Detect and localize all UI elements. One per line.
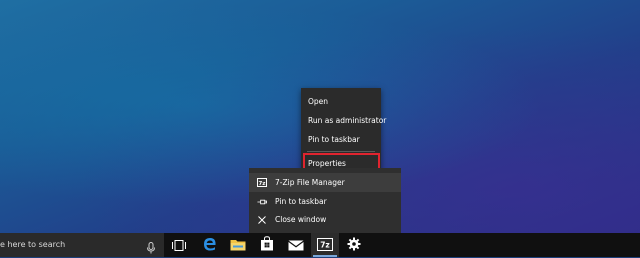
jump-list: 7z 7-Zip File Manager Pin to taskbar Clo… [249,168,401,233]
task-view-icon [172,236,186,255]
jump-list-label: Pin to taskbar [275,197,327,206]
menu-item-open[interactable]: Open [301,93,381,111]
mail-button[interactable] [282,233,310,257]
menu-separator [307,151,375,152]
settings-button[interactable] [340,233,368,257]
folder-icon [230,236,246,255]
svg-text:7z: 7z [320,240,330,249]
pin-icon [257,197,267,207]
menu-item-pin-to-taskbar[interactable]: Pin to taskbar [301,131,381,149]
svg-text:7z: 7z [258,181,265,187]
store-icon [260,235,274,255]
jump-list-item-7zip-file-manager[interactable]: 7z 7-Zip File Manager [249,173,401,192]
task-view-button[interactable] [165,233,193,257]
search-box[interactable]: e here to search [0,233,164,257]
7zip-icon: 7z [257,178,267,188]
mail-icon [288,236,304,255]
jump-list-item-pin-to-taskbar[interactable]: Pin to taskbar [249,192,401,211]
file-explorer-button[interactable] [224,233,252,257]
close-icon [257,215,267,225]
jump-list-label: Close window [275,215,327,224]
7zip-icon: 7z [317,236,333,255]
edge-icon [203,236,217,255]
search-placeholder: e here to search [0,240,66,249]
context-menu: Open Run as administrator Pin to taskbar… [301,88,386,176]
store-button[interactable] [253,233,281,257]
menu-item-run-as-administrator[interactable]: Run as administrator [301,112,386,130]
microphone-icon[interactable] [146,239,156,254]
edge-button[interactable] [196,233,224,257]
7zip-taskbar-button[interactable]: 7z [311,233,339,257]
jump-list-label: 7-Zip File Manager [275,178,345,187]
taskbar: e here to search 7z [0,233,640,257]
gear-icon [347,236,361,255]
jump-list-item-close-window[interactable]: Close window [249,210,401,229]
